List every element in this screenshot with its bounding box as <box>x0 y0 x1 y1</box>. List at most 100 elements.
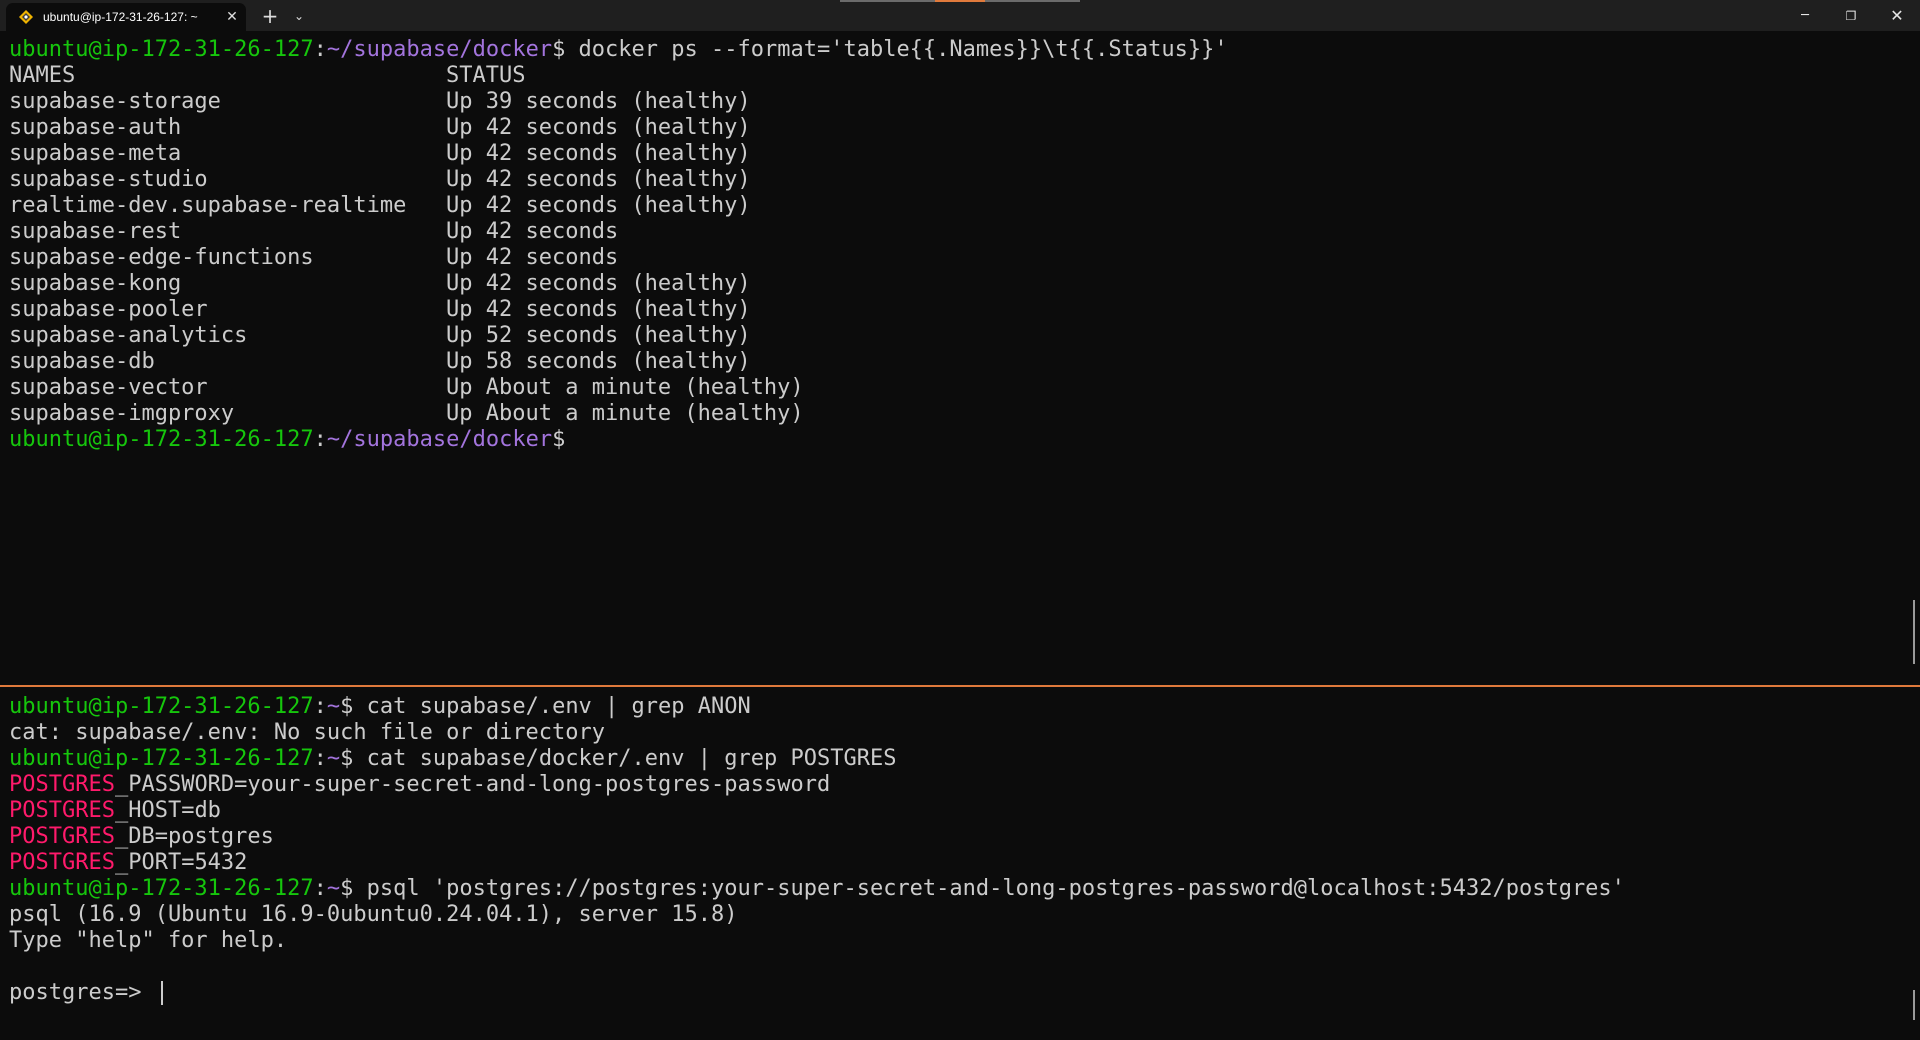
scrollbar-thumb-bottom[interactable] <box>1913 990 1915 1020</box>
table-row: realtime-dev.supabase-realtime Up 42 seco… <box>9 193 1920 219</box>
container-status: Up About a minute (healthy) <box>446 375 804 400</box>
container-name: supabase-storage <box>9 89 221 114</box>
env-line: POSTGRES_PASSWORD=your-super-secret-and-… <box>9 772 1920 798</box>
container-name: supabase-meta <box>9 141 182 166</box>
grep-match: POSTGRES <box>9 824 115 849</box>
prompt-separator: : <box>313 876 327 901</box>
container-status: Up 42 seconds (healthy) <box>446 115 751 140</box>
env-value: _PASSWORD=your-super-secret-and-long-pos… <box>114 772 831 797</box>
table-row: supabase-rest Up 42 seconds <box>9 219 1920 245</box>
header-names: NAMES <box>9 63 76 88</box>
env-line: POSTGRES_DB=postgres <box>9 824 1920 850</box>
container-name: supabase-pooler <box>9 297 208 322</box>
grep-match: POSTGRES <box>9 850 115 875</box>
prompt-user: ubuntu@ip-172-31-26-127 <box>9 746 314 771</box>
container-status: Up 42 seconds (healthy) <box>446 167 751 192</box>
output-line: psql (16.9 (Ubuntu 16.9-0ubuntu0.24.04.1… <box>9 902 738 927</box>
tab-title: ubuntu@ip-172-31-26-127: ~ <box>43 10 198 24</box>
container-name: supabase-studio <box>9 167 208 192</box>
prompt-separator: : <box>313 427 327 452</box>
psql-prompt-line[interactable]: postgres=> <box>9 980 1920 1006</box>
prompt-char: $ <box>340 746 354 771</box>
terminal-pane-bottom[interactable]: ubuntu@ip-172-31-26-127:~$ cat supabase/… <box>0 688 1920 1040</box>
container-status: Up 58 seconds (healthy) <box>446 349 751 374</box>
terminal-pane-top[interactable]: ubuntu@ip-172-31-26-127:~/supabase/docke… <box>0 31 1920 685</box>
container-status: Up 42 seconds (healthy) <box>446 271 751 296</box>
prompt-path: ~/supabase/docker <box>326 37 553 62</box>
prompt-separator: : <box>313 746 327 771</box>
table-row: supabase-kong Up 42 seconds (healthy) <box>9 271 1920 297</box>
container-name: supabase-rest <box>9 219 182 244</box>
prompt-path: ~/supabase/docker <box>326 427 553 452</box>
prompt-path: ~ <box>326 694 341 719</box>
container-name: realtime-dev.supabase-realtime <box>9 193 407 218</box>
prompt-char: $ <box>340 694 354 719</box>
table-row: supabase-imgproxy Up About a minute (heal… <box>9 401 1920 427</box>
command-text: cat supabase/.env | grep ANON <box>353 694 751 719</box>
drag-region-accent <box>935 0 985 2</box>
header-status: STATUS <box>446 63 526 88</box>
title-bar: ubuntu@ip-172-31-26-127: ~ ✕ + ⌄ ─ ❐ ✕ <box>0 0 1920 31</box>
env-line: POSTGRES_PORT=5432 <box>9 850 1920 876</box>
prompt-separator: : <box>313 37 327 62</box>
scrollbar-thumb-top[interactable] <box>1913 600 1915 664</box>
command-text: psql 'postgres://postgres:your-super-sec… <box>353 876 1625 901</box>
text-cursor <box>160 981 163 1005</box>
table-row: supabase-edge-functions Up 42 seconds <box>9 245 1920 271</box>
container-status: Up 42 seconds (healthy) <box>446 141 751 166</box>
table-row: supabase-studio Up 42 seconds (healthy) <box>9 167 1920 193</box>
pane-divider[interactable] <box>0 685 1920 687</box>
container-status: Up 42 seconds (healthy) <box>446 297 751 322</box>
env-value: _HOST=db <box>114 798 221 823</box>
close-window-button[interactable]: ✕ <box>1874 0 1920 31</box>
container-name: supabase-db <box>9 349 155 374</box>
container-name: supabase-kong <box>9 271 182 296</box>
table-row: supabase-meta Up 42 seconds (healthy) <box>9 141 1920 167</box>
terminal-tab[interactable]: ubuntu@ip-172-31-26-127: ~ ✕ <box>6 3 246 31</box>
container-status: Up 39 seconds (healthy) <box>446 89 751 114</box>
close-tab-icon[interactable]: ✕ <box>218 3 246 31</box>
prompt-user: ubuntu@ip-172-31-26-127 <box>9 427 314 452</box>
container-name: supabase-imgproxy <box>9 401 235 426</box>
command-line: ubuntu@ip-172-31-26-127:~$ psql 'postgre… <box>9 876 1920 902</box>
table-row: supabase-pooler Up 42 seconds (healthy) <box>9 297 1920 323</box>
container-name: supabase-auth <box>9 115 182 140</box>
container-status: Up About a minute (healthy) <box>446 401 804 426</box>
container-status: Up 42 seconds <box>446 245 619 270</box>
prompt-line: ubuntu@ip-172-31-26-127:~/supabase/docke… <box>9 427 1920 453</box>
prompt-user: ubuntu@ip-172-31-26-127 <box>9 876 314 901</box>
table-row: supabase-analytics Up 52 seconds (healthy… <box>9 323 1920 349</box>
command-line: ubuntu@ip-172-31-26-127:~$ cat supabase/… <box>9 694 1920 720</box>
container-status: Up 42 seconds <box>446 219 619 244</box>
chevron-down-icon[interactable]: ⌄ <box>286 0 312 31</box>
command-line: ubuntu@ip-172-31-26-127:~$ cat supabase/… <box>9 746 1920 772</box>
prompt-user: ubuntu@ip-172-31-26-127 <box>9 694 314 719</box>
prompt-path: ~ <box>326 876 341 901</box>
command-line: ubuntu@ip-172-31-26-127:~/supabase/docke… <box>9 37 1920 63</box>
maximize-button[interactable]: ❐ <box>1828 0 1874 31</box>
prompt-path: ~ <box>326 746 341 771</box>
table-row: supabase-db Up 58 seconds (healthy) <box>9 349 1920 375</box>
env-value: _PORT=5432 <box>114 850 248 875</box>
drag-region-indicator <box>840 0 1080 2</box>
env-line: POSTGRES_HOST=db <box>9 798 1920 824</box>
prompt-char: $ <box>552 37 566 62</box>
prompt-separator: : <box>313 694 327 719</box>
container-name: supabase-edge-functions <box>9 245 314 270</box>
table-header: NAMES STATUS <box>9 63 1920 89</box>
container-status: Up 42 seconds (healthy) <box>446 193 751 218</box>
command-text: docker ps --format='table{{.Names}}\t{{.… <box>565 37 1228 62</box>
command-text: cat supabase/docker/.env | grep POSTGRES <box>353 746 897 771</box>
container-name: supabase-vector <box>9 375 208 400</box>
container-name: supabase-analytics <box>9 323 248 348</box>
output-line: cat: supabase/.env: No such file or dire… <box>9 720 606 745</box>
minimize-button[interactable]: ─ <box>1782 0 1828 31</box>
prompt-user: ubuntu@ip-172-31-26-127 <box>9 37 314 62</box>
grep-match: POSTGRES <box>9 772 115 797</box>
table-row: supabase-vector Up About a minute (health… <box>9 375 1920 401</box>
table-row: supabase-auth Up 42 seconds (healthy) <box>9 115 1920 141</box>
grep-match: POSTGRES <box>9 798 115 823</box>
prompt-char: $ <box>340 876 354 901</box>
new-tab-button[interactable]: + <box>256 0 284 31</box>
